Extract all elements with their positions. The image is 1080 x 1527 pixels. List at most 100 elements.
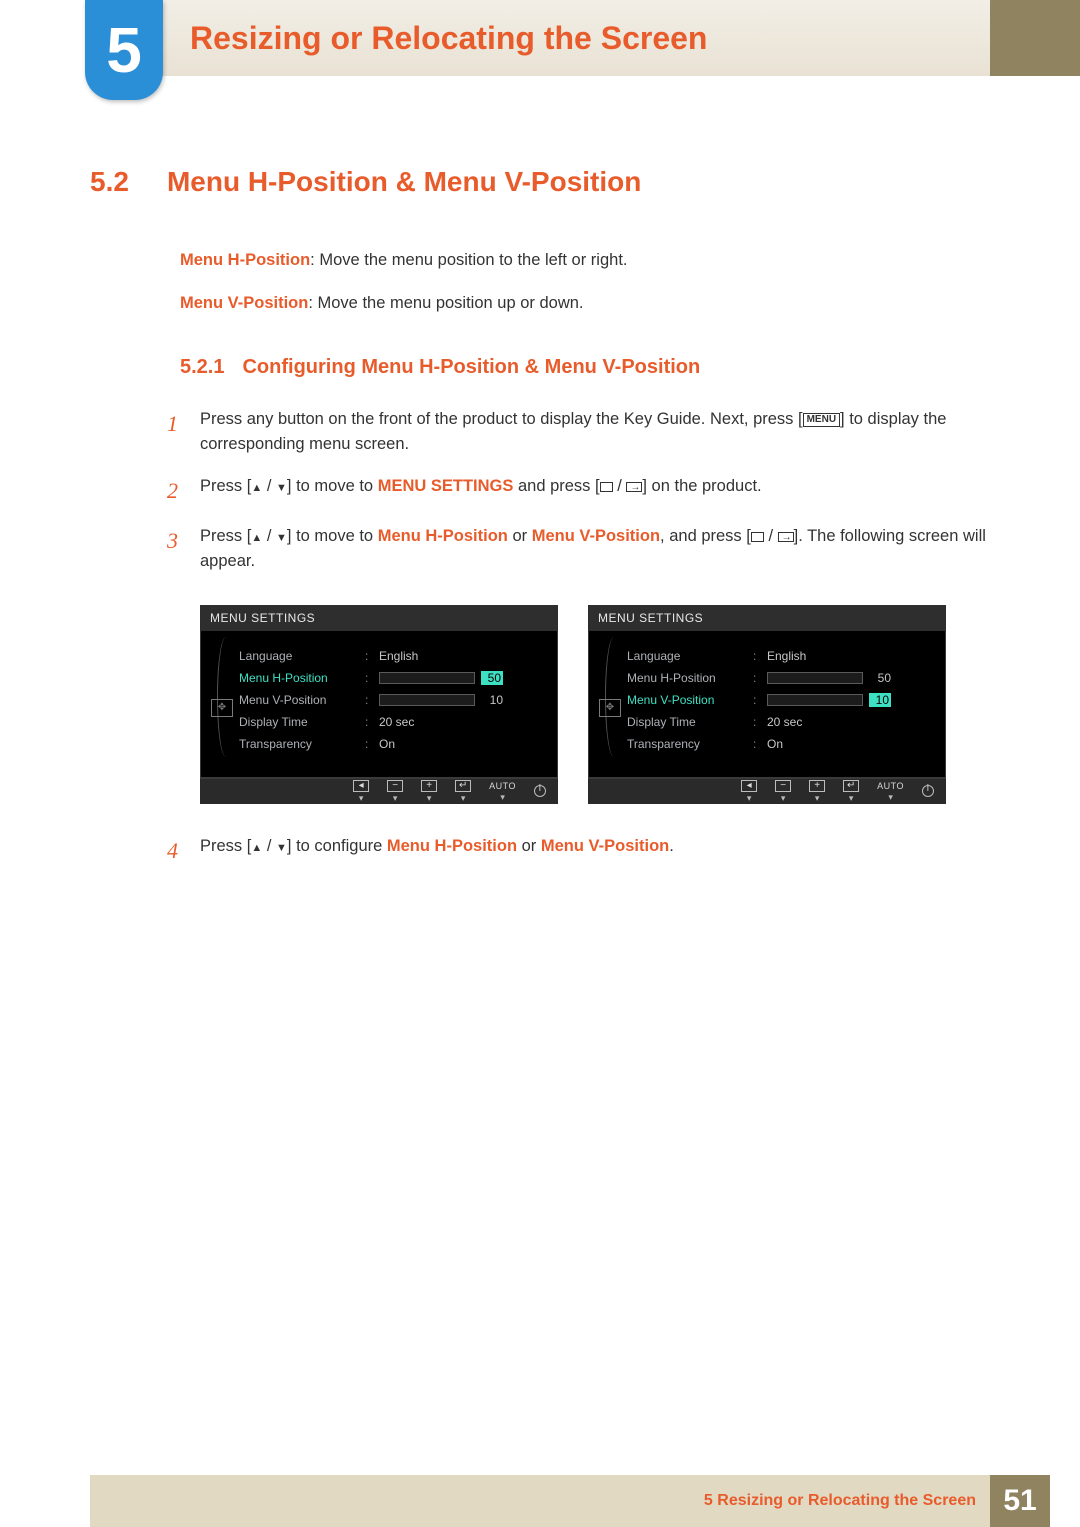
step-text: ] to move to (287, 477, 378, 495)
auto-label: AUTO (489, 781, 516, 791)
osd-item-display-time: Display Time : 20 sec (239, 711, 547, 733)
osd-colon: : (365, 737, 371, 751)
osd-slider: 10 (767, 693, 891, 707)
step-text: ] to configure (287, 837, 387, 855)
osd-value: On (379, 737, 547, 751)
osd-item-language: Language : English (627, 645, 935, 667)
osd-nav-minus: −▾ (387, 780, 403, 803)
osd-label: Menu H-Position (627, 671, 745, 685)
v-position-desc: : Move the menu position up or down. (308, 294, 583, 312)
osd-value: English (767, 649, 935, 663)
osd-title: MENU SETTINGS (200, 605, 558, 631)
osd-value: On (767, 737, 935, 751)
step-text: Press any button on the front of the pro… (200, 410, 803, 428)
osd-nav-back: ◂▾ (353, 780, 369, 803)
power-icon (534, 785, 546, 797)
caret-icon: ▾ (393, 794, 398, 803)
osd-item-h-position: Menu H-Position : 50 (239, 667, 547, 689)
step-body: Press [ / ] to move to MENU SETTINGS and… (200, 474, 990, 508)
osd-value: 20 sec (767, 715, 935, 729)
osd-icon-column: ✥ (597, 645, 623, 755)
osd-label: Transparency (239, 737, 357, 751)
step-2: 2 Press [ / ] to move to MENU SETTINGS a… (162, 474, 990, 508)
osd-slider: 50 (767, 671, 891, 685)
caret-icon: ▾ (781, 794, 786, 803)
subsection-title: Configuring Menu H-Position & Menu V-Pos… (242, 356, 700, 379)
caret-icon: ▾ (359, 794, 364, 803)
osd-label: Menu V-Position (239, 693, 357, 707)
osd-colon: : (753, 671, 759, 685)
v-position-em: Menu V-Position (532, 527, 660, 545)
header-strip-left (0, 0, 90, 76)
osd-label: Menu H-Position (239, 671, 357, 685)
up-arrow-icon (251, 837, 262, 855)
osd-label: Display Time (239, 715, 357, 729)
osd-item-v-position: Menu V-Position : 10 (627, 689, 935, 711)
osd-nav-auto: AUTO ▾ (877, 781, 904, 802)
slider-track (767, 694, 863, 706)
caret-icon: ▾ (500, 793, 505, 802)
slider-value: 10 (869, 693, 891, 707)
chapter-title: Resizing or Relocating the Screen (90, 0, 990, 76)
osd-slider: 10 (379, 693, 503, 707)
osd-colon: : (753, 649, 759, 663)
power-icon (922, 785, 934, 797)
footer-chapter-label: 5 Resizing or Relocating the Screen (90, 1475, 990, 1527)
auto-label: AUTO (877, 781, 904, 791)
minus-icon: − (775, 780, 791, 792)
osd-icon-column: ✥ (209, 645, 235, 755)
step-number: 2 (162, 474, 178, 508)
caret-icon: ▾ (849, 794, 854, 803)
caret-icon: ▾ (747, 794, 752, 803)
osd-body: ✥ Language : English Menu H-Position : 5… (588, 631, 946, 778)
osd-label: Transparency (627, 737, 745, 751)
section-title: Menu H-Position & Menu V-Position (167, 166, 641, 198)
back-icon: ◂ (353, 780, 369, 792)
h-position-em: Menu H-Position (378, 527, 508, 545)
h-position-em: Menu H-Position (387, 837, 517, 855)
osd-item-transparency: Transparency : On (627, 733, 935, 755)
plus-icon: + (809, 780, 825, 792)
osd-colon: : (365, 649, 371, 663)
osd-label: Language (239, 649, 357, 663)
osd-title: MENU SETTINGS (588, 605, 946, 631)
osd-colon: : (753, 715, 759, 729)
h-position-desc: : Move the menu position to the left or … (310, 251, 627, 269)
step-text: Press [ (200, 837, 251, 855)
header-strip-right (990, 0, 1080, 76)
footer-strip-left (0, 1475, 90, 1527)
osd-nav-plus: +▾ (421, 780, 437, 803)
osd-item-language: Language : English (239, 645, 547, 667)
caret-icon: ▾ (888, 793, 893, 802)
step-4: 4 Press [ / ] to configure Menu H-Positi… (162, 834, 990, 868)
v-position-label: Menu V-Position (180, 294, 308, 312)
slider-track (379, 672, 475, 684)
osd-list: Language : English Menu H-Position : 50 … (627, 645, 935, 755)
caret-icon: ▾ (815, 794, 820, 803)
osd-move-icon: ✥ (211, 699, 233, 717)
slider-track (767, 672, 863, 684)
intro-v-position: Menu V-Position: Move the menu position … (180, 291, 990, 316)
footer-strip-right (1050, 1475, 1080, 1527)
osd-item-display-time: Display Time : 20 sec (627, 711, 935, 733)
step-number: 4 (162, 834, 178, 868)
slider-value: 50 (869, 671, 891, 685)
up-arrow-icon (251, 477, 262, 495)
back-icon: ◂ (741, 780, 757, 792)
step-text: or (508, 527, 532, 545)
menu-button-icon: MENU (803, 413, 840, 427)
minus-icon: − (387, 780, 403, 792)
caret-icon: ▾ (461, 794, 466, 803)
osd-label: Language (627, 649, 745, 663)
v-position-em: Menu V-Position (541, 837, 669, 855)
osd-colon: : (365, 715, 371, 729)
osd-footer: ◂▾ −▾ +▾ ↵▾ AUTO▾ (588, 778, 946, 804)
osd-slider: 50 (379, 671, 503, 685)
down-arrow-icon (276, 527, 287, 545)
osd-colon: : (753, 737, 759, 751)
slider-value: 10 (481, 693, 503, 707)
osd-label: Menu V-Position (627, 693, 745, 707)
step-text: ] on the product. (642, 477, 761, 495)
step-text: . (669, 837, 674, 855)
step-body: Press [ / ] to configure Menu H-Position… (200, 834, 990, 868)
